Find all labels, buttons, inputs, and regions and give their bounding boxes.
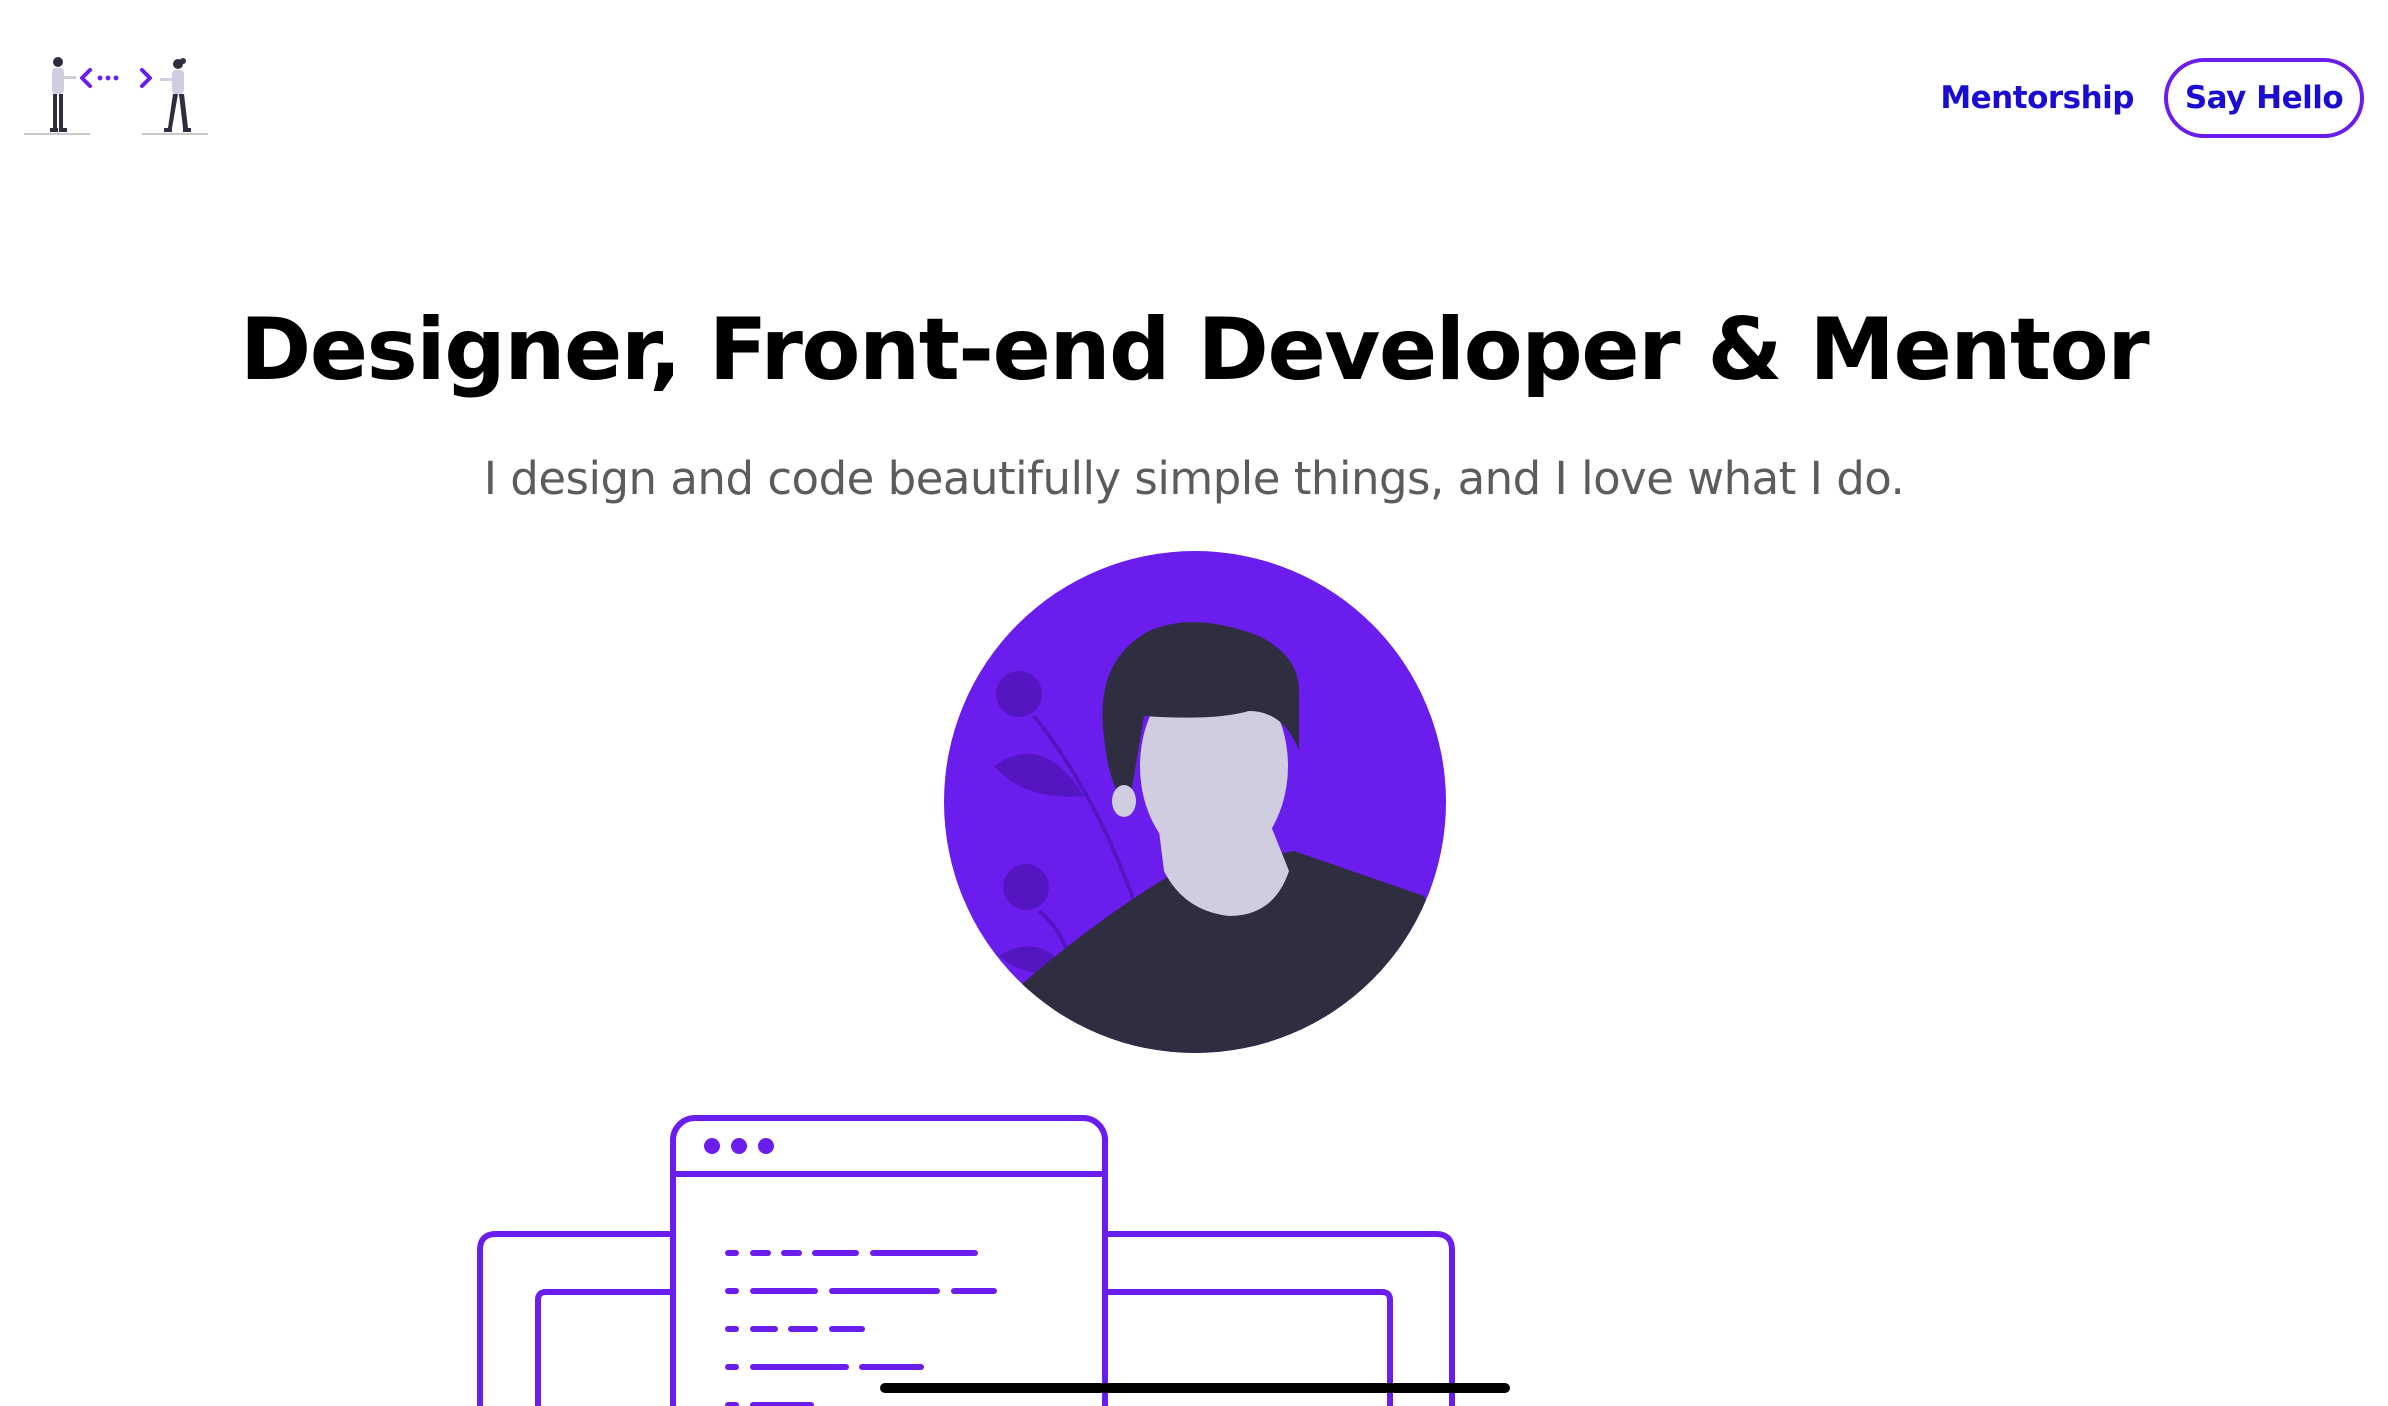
hero-subheadline: I design and code beautifully simple thi… <box>483 452 1905 505</box>
landing-page: Mentorship Say Hello Designer, Front-end… <box>0 0 2388 1406</box>
main-nav: Mentorship Say Hello <box>1940 58 2364 138</box>
logo-illustration-icon <box>24 57 208 135</box>
say-hello-button[interactable]: Say Hello <box>2164 58 2364 138</box>
nav-link-mentorship[interactable]: Mentorship <box>1940 80 2134 116</box>
avatar <box>944 551 1446 1053</box>
devices-illustration <box>470 1110 1460 1406</box>
person-avatar-icon <box>944 551 1446 1053</box>
browser-laptop-icon <box>477 1115 1455 1406</box>
home-indicator[interactable] <box>880 1383 1510 1393</box>
hero-headline: Designer, Front-end Developer & Mentor <box>239 300 2150 400</box>
logo-link[interactable] <box>20 54 212 140</box>
